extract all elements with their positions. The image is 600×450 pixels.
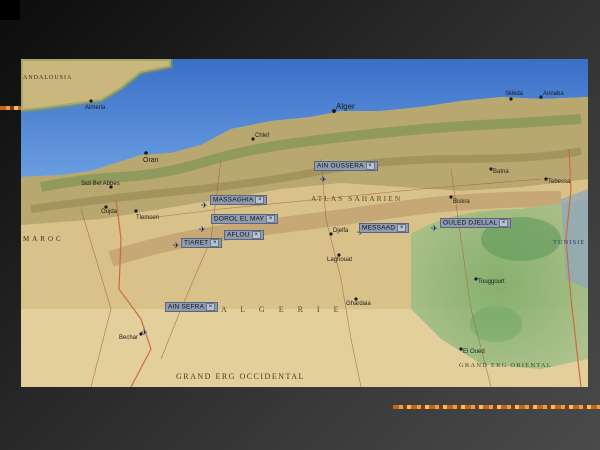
marker-label-text: AIN OUSSERA [317, 162, 364, 170]
maroc-label: MAROC [23, 235, 64, 243]
marker-label-ain-sefra[interactable]: AIN SEFRA × [165, 302, 219, 312]
city-almeria: Almeria [85, 105, 106, 111]
close-icon[interactable]: × [397, 224, 407, 232]
top-left-black-corner [0, 0, 20, 20]
decorative-stripe-bottom [393, 405, 600, 409]
marker-label-massaghia[interactable]: MASSAGHIA × [210, 195, 268, 205]
city-djelfa: Djelfa [333, 228, 349, 234]
city-sidi-bel-abbes: Sidi Bel Abbes [81, 181, 120, 187]
city-oran: Oran [143, 157, 159, 164]
close-icon[interactable]: × [266, 215, 276, 223]
marker-label-text: OULED DJELLAL [443, 219, 498, 227]
close-icon[interactable]: × [210, 239, 220, 247]
city-alger: Alger [336, 102, 355, 111]
marker-label-text: TIARET [184, 239, 209, 247]
city-tlemcen: Tlemcen [136, 215, 159, 221]
close-icon[interactable]: × [499, 219, 509, 227]
grand-erg-oriental-label: GRAND ERG ORIENTAL [459, 362, 552, 369]
marker-label-text: DOROL EL MAY [214, 215, 265, 223]
city-skikda: Skikda [505, 91, 524, 97]
marker-label-ouled-djellal[interactable]: OULED DJELLAL × [440, 218, 512, 228]
city-touggourt: Touggourt [478, 279, 505, 285]
city-tebessa: Tebessa [548, 179, 571, 185]
city-biskra: Biskra [453, 199, 470, 205]
marker-pin-icon[interactable]: ✈ [173, 242, 180, 250]
city-batna: Batna [493, 169, 509, 175]
marker-pin-icon[interactable]: ✈ [201, 202, 208, 210]
marker-label-text: MASSAGHIA [213, 196, 254, 204]
marker-pin-icon[interactable]: ✈ [141, 329, 148, 337]
city-bechar: Bechar [119, 335, 138, 341]
marker-label-text: AFLOU [227, 231, 250, 239]
map-panel[interactable]: ATLAS SAHARIEN A L G E R I E GRAND ERG O… [21, 59, 588, 387]
atlas-label: ATLAS SAHARIEN [311, 194, 402, 203]
algerie-label: A L G E R I E [221, 305, 344, 314]
marker-label-text: AIN SEFRA [168, 303, 205, 311]
marker-label-messaad[interactable]: MESSAAD × [359, 223, 410, 233]
marker-label-aflou[interactable]: AFLOU × [224, 230, 264, 240]
city-annaba: Annaba [543, 91, 564, 97]
close-icon[interactable]: × [365, 162, 375, 170]
close-icon[interactable]: × [206, 303, 216, 311]
city-oujda: Oujda [101, 209, 118, 215]
marker-label-ain-oussera[interactable]: AIN OUSSERA × [314, 161, 378, 171]
marker-label-dorol-el-may[interactable]: DOROL EL MAY × [211, 214, 279, 224]
grand-erg-occidental-label: GRAND ERG OCCIDENTAL [176, 372, 305, 381]
close-icon[interactable]: × [255, 196, 265, 204]
marker-pin-icon[interactable]: ✈ [431, 225, 438, 233]
marker-pin-icon[interactable]: ✈ [320, 176, 327, 184]
marker-pin-icon[interactable]: ✈ [199, 226, 206, 234]
city-el-oued: El Oued [463, 349, 485, 355]
city-laghouat: Laghouat [327, 257, 352, 263]
decorative-stripe-top [0, 106, 22, 110]
marker-label-tiaret[interactable]: TIARET × [181, 238, 223, 248]
marker-label-text: MESSAAD [362, 224, 396, 232]
andalousia-label: ANDALOUSIA [23, 75, 72, 81]
tunisie-label: TUNISIE [553, 239, 585, 246]
city-ghardaia: Ghardaia [346, 301, 371, 307]
close-icon[interactable]: × [251, 231, 261, 239]
city-chlef: Chlef [255, 133, 269, 139]
